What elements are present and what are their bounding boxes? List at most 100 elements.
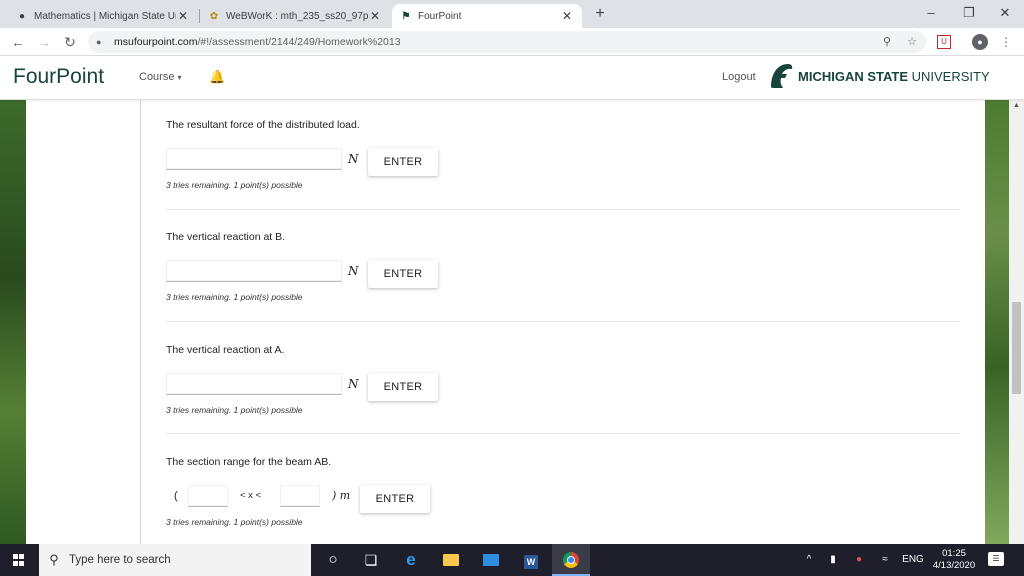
language-indicator[interactable]: ENG — [900, 544, 926, 576]
left-gutter — [26, 100, 140, 544]
globe-icon: ● — [18, 10, 26, 22]
question-resultant-force: The resultant force of the distributed l… — [166, 119, 960, 190]
browser-menu-icon[interactable]: ⋮ — [998, 34, 1014, 50]
section-divider — [166, 209, 960, 210]
cortana-icon[interactable]: ○ — [314, 544, 352, 576]
edge-browser-icon[interactable]: e — [392, 544, 430, 576]
answer-input-reaction-b[interactable] — [166, 260, 342, 282]
question-label: The resultant force of the distributed l… — [166, 119, 360, 131]
scroll-up-icon[interactable]: ▲ — [1009, 102, 1024, 109]
university-name-bold: MICHIGAN STATE — [798, 69, 909, 84]
range-answer-row: ( < x < ) m ENTER — [166, 485, 566, 513]
close-tab-icon[interactable]: ✕ — [368, 9, 382, 23]
unit-label: N — [348, 377, 359, 391]
tries-remaining: 3 tries remaining. 1 point(s) possible — [166, 405, 303, 415]
university-wordmark: MICHIGAN STATE UNIVERSITY — [798, 69, 990, 84]
unit-label: N — [348, 152, 359, 166]
windows-taskbar: ⚲ Type here to search ○ ❏ e W ^ ▮ ● ≈ EN… — [0, 544, 1024, 576]
taskbar-search-placeholder: Type here to search — [69, 554, 171, 566]
restore-icon[interactable]: ❐ — [950, 0, 988, 28]
address-bar[interactable]: ● msufourpoint.com/#!/assessment/2144/24… — [88, 31, 926, 53]
profile-avatar-icon[interactable]: ● — [972, 34, 988, 50]
clock-time: 01:25 — [942, 548, 966, 559]
question-vertical-reaction-b: The vertical reaction at B. N ENTER 3 tr… — [166, 231, 960, 302]
browser-tab-webwork[interactable]: ✿ WeBWorK : mth_235_ss20_97p5t ✕ — [200, 4, 390, 28]
fourpoint-icon: ⚑ — [401, 10, 411, 22]
tab-title: WeBWorK : mth_235_ss20_97p5t — [226, 10, 368, 22]
windows-logo-icon — [13, 554, 25, 566]
question-label: The vertical reaction at A. — [166, 344, 285, 356]
enter-button-resultant-force[interactable]: ENTER — [368, 148, 438, 176]
wifi-icon[interactable]: ≈ — [876, 544, 894, 576]
mail-icon[interactable] — [472, 544, 510, 576]
section-divider — [166, 321, 960, 322]
file-explorer-icon[interactable] — [432, 544, 470, 576]
caret-down-icon: ▾ — [177, 73, 182, 82]
lock-icon: ● — [96, 37, 102, 47]
question-vertical-reaction-a: The vertical reaction at A. N ENTER 3 tr… — [166, 344, 960, 415]
enter-button-reaction-a[interactable]: ENTER — [368, 373, 438, 401]
url-path: /#!/assessment/2144/249/Homework%2013 — [197, 36, 401, 48]
app-header: FourPoint Course ▾ 🔔 Logout MICHIGAN STA… — [0, 56, 1024, 100]
webwork-icon: ✿ — [209, 10, 219, 22]
tab-title: FourPoint — [418, 10, 462, 22]
scroll-thumb[interactable] — [1012, 302, 1021, 394]
start-button[interactable] — [0, 544, 38, 576]
enter-button-reaction-b[interactable]: ENTER — [368, 260, 438, 288]
brand-logo[interactable]: FourPoint — [13, 65, 104, 89]
task-view-icon[interactable]: ❏ — [352, 544, 390, 576]
bookmark-star-icon[interactable]: ☆ — [903, 31, 921, 53]
question-label: The section range for the beam AB. — [166, 456, 332, 468]
extension-icon[interactable]: U — [937, 35, 951, 49]
question-section-range: The section range for the beam AB. ( < x… — [166, 456, 960, 527]
browser-tab-strip: ● Mathematics | Michigan State Un ✕ ✿ We… — [0, 0, 1024, 28]
clock-date: 4/13/2020 — [932, 560, 976, 571]
range-upper-input[interactable] — [280, 485, 320, 507]
tries-remaining: 3 tries remaining. 1 point(s) possible — [166, 517, 303, 527]
assessment-panel: The resultant force of the distributed l… — [141, 100, 985, 544]
search-icon: ⚲ — [49, 552, 59, 567]
action-center-icon[interactable]: ☰ — [988, 552, 1004, 566]
logout-link[interactable]: Logout — [722, 71, 756, 83]
range-unit: ) m — [332, 489, 351, 502]
section-divider — [166, 433, 960, 434]
browser-tab-mathematics[interactable]: ● Mathematics | Michigan State Un ✕ — [8, 4, 198, 28]
forest-background-right — [985, 100, 1009, 544]
university-name-light: UNIVERSITY — [908, 69, 990, 84]
enter-button-section-range[interactable]: ENTER — [360, 485, 430, 513]
browser-toolbar: ← → ↻ ● msufourpoint.com/#!/assessment/2… — [0, 28, 1024, 56]
page-scrollbar[interactable]: ▲ — [1009, 100, 1024, 544]
tab-title: Mathematics | Michigan State Un — [34, 10, 176, 22]
new-tab-button[interactable]: + — [590, 4, 610, 24]
chrome-icon[interactable] — [552, 544, 590, 576]
close-tab-icon[interactable]: ✕ — [560, 9, 574, 23]
range-lower-input[interactable] — [188, 485, 228, 507]
show-hidden-icons-chevron-icon[interactable]: ^ — [800, 544, 818, 576]
unit-label: N — [348, 264, 359, 278]
answer-input-resultant-force[interactable] — [166, 148, 342, 170]
tries-remaining: 3 tries remaining. 1 point(s) possible — [166, 180, 303, 190]
notifications-bell-icon[interactable]: 🔔 — [209, 69, 225, 85]
tries-remaining: 3 tries remaining. 1 point(s) possible — [166, 292, 303, 302]
forest-background-left — [0, 100, 26, 544]
minimize-icon[interactable]: – — [912, 0, 950, 28]
close-tab-icon[interactable]: ✕ — [176, 9, 190, 23]
browser-tab-fourpoint[interactable]: ⚑ FourPoint ✕ — [392, 4, 582, 28]
reload-icon[interactable]: ↻ — [60, 32, 80, 52]
battery-icon[interactable]: ▮ — [824, 544, 842, 576]
close-window-icon[interactable]: ✕ — [986, 0, 1024, 28]
spartan-helmet-icon — [771, 64, 793, 88]
course-dropdown-label: Course — [139, 71, 175, 83]
word-icon[interactable]: W — [512, 544, 550, 576]
volume-muted-icon[interactable]: ● — [850, 544, 868, 576]
url-host: msufourpoint.com — [114, 36, 198, 48]
forward-icon[interactable]: → — [34, 32, 54, 52]
system-clock[interactable]: 01:25 4/13/2020 — [926, 548, 982, 572]
open-paren: ( — [174, 490, 178, 502]
answer-input-reaction-a[interactable] — [166, 373, 342, 395]
taskbar-search-box[interactable]: ⚲ Type here to search — [39, 544, 311, 576]
question-label: The vertical reaction at B. — [166, 231, 286, 243]
key-icon[interactable]: ⚲ — [878, 31, 896, 53]
back-icon[interactable]: ← — [8, 32, 28, 52]
course-dropdown[interactable]: Course ▾ — [139, 71, 182, 83]
